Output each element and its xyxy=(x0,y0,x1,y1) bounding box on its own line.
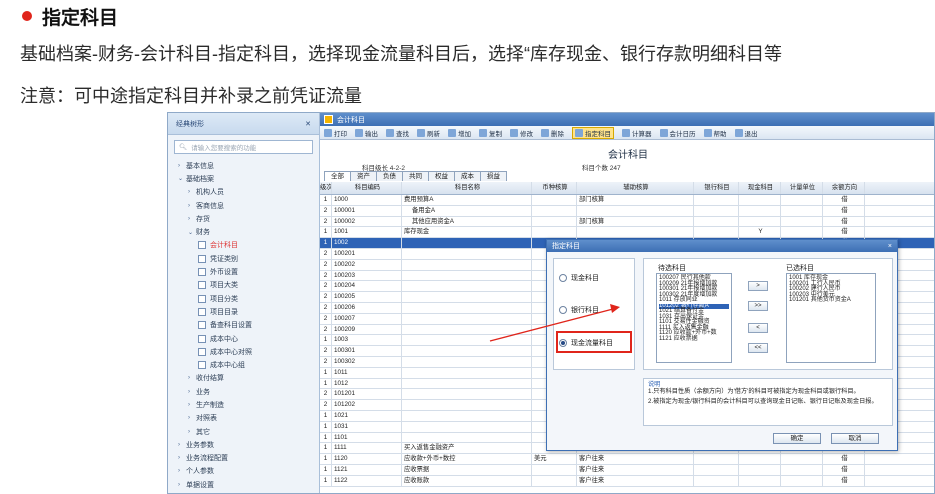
heading-text: 指定科目 xyxy=(42,7,119,29)
article-heading: 指定科目 xyxy=(22,3,118,29)
article-line-1: 基础档案-财务-会计科目-指定科目，选择现金流量科目后，选择“库存现金、银行存款… xyxy=(20,44,782,64)
article-line-2: 注意：可中途指定科目并补录之前凭证流量 xyxy=(20,86,362,106)
annotation-arrow-icon xyxy=(489,304,620,342)
app-screenshot: 经典树形 ✕ 🔍︎ 请输入您要搜索的功能 › 基本信息 ⌄ 基础档案 › 机构人员 › 客商信… xyxy=(167,112,935,494)
bullet-dot-icon xyxy=(22,11,32,21)
